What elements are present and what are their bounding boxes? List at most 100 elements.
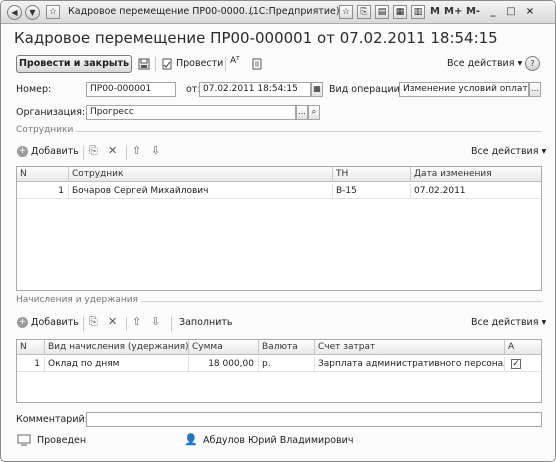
employees-all-actions-label: Все действия (471, 146, 539, 157)
save-icon[interactable] (138, 58, 150, 70)
toolbar-separator (83, 317, 84, 331)
table-row[interactable]: 1 Бочаров Сергей Михайлович В-15 07.02.2… (17, 184, 541, 199)
accruals-add-label: Добавить (31, 317, 79, 328)
document-window: ◀ ▼ ☆ Кадровое перемещение ПР00-0000... … (0, 0, 556, 462)
close-button[interactable]: × (523, 4, 537, 20)
toolbar-separator (155, 57, 156, 71)
maximize-button[interactable]: □ (504, 4, 518, 20)
toolbar-separator (225, 57, 226, 71)
organization-field[interactable]: Прогресс (86, 105, 296, 120)
column-header-n[interactable]: N (17, 167, 69, 182)
employee-tn: В-15 (333, 184, 411, 199)
posted-status-icon (17, 434, 31, 446)
delete-icon[interactable]: ✕ (108, 315, 117, 328)
document-icon[interactable] (251, 58, 263, 70)
row-number: 1 (17, 184, 69, 199)
column-header-cost-account[interactable]: Счет затрат (315, 340, 505, 355)
toolbar-separator (171, 317, 172, 331)
copy-icon[interactable]: ⎘ (89, 315, 98, 329)
toolbar-separator (83, 146, 84, 160)
accruals-all-actions[interactable]: Все действия ▾ (471, 317, 546, 328)
post-button[interactable]: Провести (176, 58, 223, 69)
accruals-all-actions-label: Все действия (471, 317, 539, 328)
column-header-a[interactable]: А (505, 340, 541, 355)
comment-label: Комментарий: (16, 414, 88, 425)
table-row[interactable]: 1 Оклад по дням 18 000,00 р. Зарплата ад… (17, 357, 541, 372)
memory-plus-button[interactable]: M+ (444, 4, 462, 20)
employees-table[interactable]: N Сотрудник ТН Дата изменения 1 Бочаров … (16, 166, 542, 291)
accruals-section-title: Начисления и удержания (16, 295, 141, 305)
post-and-close-button[interactable]: Провести и закрыть (16, 55, 132, 73)
user-icon: 👤 (184, 433, 198, 446)
memory-button[interactable]: M (430, 4, 440, 20)
select-ellipsis-button[interactable]: … (296, 105, 308, 120)
employee-name: Бочаров Сергей Михайлович (69, 184, 333, 199)
move-down-icon[interactable]: ⇩ (151, 144, 160, 157)
number-field[interactable]: ПР00-000001 (86, 82, 176, 97)
accrual-kind: Оклад по дням (45, 357, 189, 372)
print-icon[interactable]: ▤ (375, 5, 389, 19)
spellcheck-icon[interactable]: Aᵀ (230, 56, 240, 66)
employees-section-title: Сотрудники (16, 125, 77, 135)
accrual-a-cell: ✓ (505, 357, 541, 372)
accruals-table[interactable]: N Вид начисления (удержания) Сумма Валют… (16, 339, 542, 403)
page-title: Кадровое перемещение ПР00-000001 от 07.0… (14, 29, 498, 47)
star-icon[interactable]: ☆ (339, 5, 353, 19)
operation-select[interactable]: Изменение условий оплаты (399, 82, 529, 97)
employees-add-button[interactable]: + Добавить (17, 146, 79, 157)
move-up-icon[interactable]: ⇧ (132, 315, 141, 328)
cost-account: Зарплата административного персонала (315, 357, 505, 372)
column-header-n[interactable]: N (17, 340, 45, 355)
column-header-tn[interactable]: ТН (333, 167, 411, 182)
title-bar: ◀ ▼ ☆ Кадровое перемещение ПР00-0000... … (1, 1, 555, 24)
calculator-icon[interactable]: ▥ (411, 5, 425, 19)
calendar-icon[interactable]: ▦ (393, 5, 407, 19)
back-icon[interactable]: ◀ (7, 5, 22, 20)
accrual-sum: 18 000,00 (189, 357, 259, 372)
change-date: 07.02.2011 (414, 186, 466, 196)
all-actions-menu[interactable]: Все действия ▾ (447, 58, 522, 69)
column-header-currency[interactable]: Валюта (259, 340, 315, 355)
employees-all-actions[interactable]: Все действия ▾ (471, 146, 546, 157)
organization-label: Организация: (16, 107, 86, 118)
post-icon[interactable] (161, 58, 173, 70)
accrual-currency: р. (259, 357, 315, 372)
column-header-employee[interactable]: Сотрудник (69, 167, 333, 182)
calendar-icon[interactable]: ▦ (311, 82, 323, 97)
section-divider (16, 131, 542, 132)
copy-icon[interactable]: ⎘ (89, 144, 98, 158)
minimize-button[interactable]: _ (486, 4, 500, 20)
comment-field[interactable] (86, 412, 542, 427)
window-app-name: (1С:Предприятие) (249, 6, 340, 17)
favorite-icon[interactable]: ☆ (46, 5, 60, 19)
delete-icon[interactable]: ✕ (108, 144, 117, 157)
accruals-add-button[interactable]: + Добавить (17, 317, 79, 328)
menu-icon[interactable]: ▼ (25, 5, 40, 20)
accruals-table-header: N Вид начисления (удержания) Сумма Валют… (17, 340, 541, 355)
move-up-icon[interactable]: ⇧ (132, 144, 141, 157)
toolbar-separator (126, 317, 127, 331)
column-header-sum[interactable]: Сумма (189, 340, 259, 355)
select-ellipsis-button[interactable]: … (529, 82, 541, 97)
add-icon: + (17, 317, 28, 328)
help-button[interactable]: ? (525, 56, 540, 71)
author-name: Абдулов Юрий Владимирович (203, 435, 354, 446)
window-title: Кадровое перемещение ПР00-0000... (68, 6, 254, 17)
operation-label: Вид операции: (329, 84, 404, 95)
date-field[interactable]: 07.02.2011 18:54:15 (199, 82, 311, 97)
fill-button[interactable]: Заполнить (179, 317, 233, 328)
row-number: 1 (17, 357, 45, 372)
move-down-icon[interactable]: ⇩ (151, 315, 160, 328)
column-header-accrual-kind[interactable]: Вид начисления (удержания) (45, 340, 189, 355)
number-label: Номер: (16, 84, 52, 95)
accrual-a-checkbox[interactable]: ✓ (511, 359, 521, 369)
employees-add-label: Добавить (31, 146, 79, 157)
link-icon[interactable]: ⎘ (357, 5, 371, 19)
search-icon[interactable]: ⌕ (308, 105, 320, 120)
toolbar-separator (126, 146, 127, 160)
employees-table-header: N Сотрудник ТН Дата изменения (17, 167, 541, 182)
column-header-change-date[interactable]: Дата изменения (411, 167, 541, 182)
all-actions-label: Все действия (447, 58, 515, 69)
add-icon: + (17, 146, 28, 157)
memory-minus-button[interactable]: M- (464, 4, 482, 20)
